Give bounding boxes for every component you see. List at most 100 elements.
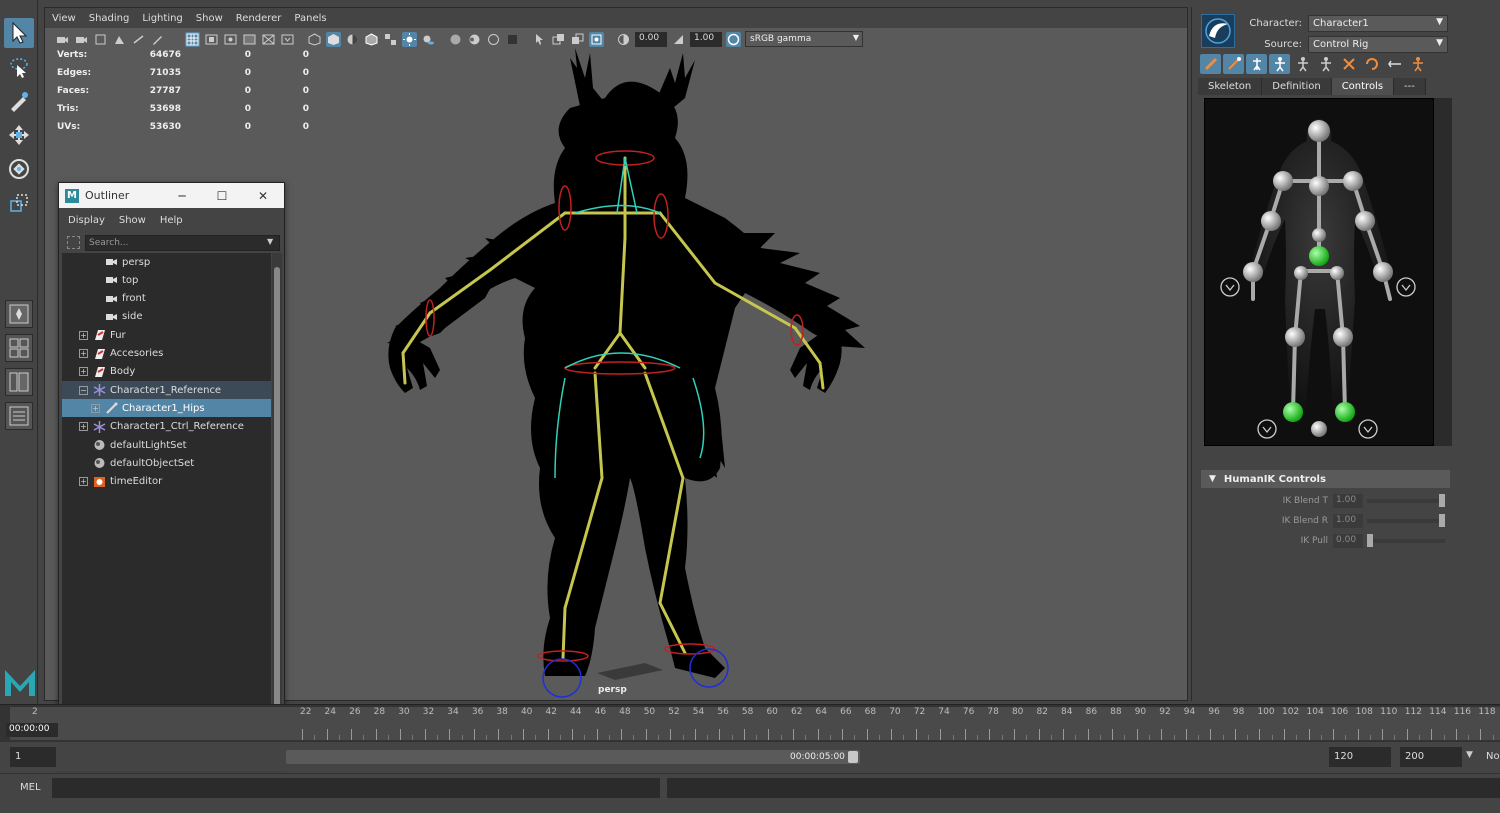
outliner-item[interactable]: + Accesories [62, 345, 271, 363]
single-perspective-layout-icon[interactable] [5, 300, 33, 328]
hik-right-knee-control[interactable] [1333, 327, 1353, 347]
hik-left-ankle-control[interactable] [1283, 402, 1303, 422]
hik-slider-track[interactable] [1367, 534, 1445, 547]
hik-spine-control[interactable] [1312, 228, 1326, 242]
outliner-item[interactable]: + Fur [62, 326, 271, 344]
outliner-menu-display[interactable]: Display [68, 215, 105, 226]
hik-slider-handle[interactable] [1367, 534, 1373, 547]
humanik-view-scrollbar[interactable] [1434, 98, 1452, 446]
scale-tool-icon[interactable] [4, 188, 34, 218]
playback-option-label[interactable]: No [1486, 751, 1500, 762]
outliner-item[interactable]: defaultObjectSet [62, 454, 271, 472]
pin-rotate-icon[interactable] [1292, 54, 1313, 74]
select-tool-icon[interactable] [4, 18, 34, 48]
persp-outliner-layout-icon[interactable] [5, 368, 33, 396]
hik-reference-control[interactable] [1311, 421, 1327, 437]
hik-slider-track[interactable] [1367, 494, 1445, 507]
hik-right-hip-control[interactable] [1330, 266, 1344, 280]
hik-slider-track[interactable] [1367, 514, 1445, 527]
hik-right-wrist-control[interactable] [1373, 262, 1393, 282]
outliner-title-bar[interactable]: M Outliner ─ ☐ ✕ [59, 183, 284, 208]
minimize-icon[interactable]: ─ [162, 183, 202, 208]
script-language-toggle[interactable]: MEL [20, 782, 41, 793]
stance-pose-icon[interactable] [1407, 54, 1428, 74]
hik-left-hip-control[interactable] [1294, 266, 1308, 280]
outliner-item[interactable]: + Character1_Hips [62, 399, 271, 418]
start-frame-field[interactable]: 1 [10, 747, 56, 767]
outliner-item[interactable]: persp [62, 253, 271, 271]
reset-pose-icon[interactable] [1361, 54, 1382, 74]
hik-slider-value[interactable]: 1.00 [1333, 514, 1363, 528]
chevron-down-icon[interactable]: ▼ [1466, 750, 1473, 760]
outliner-item[interactable]: + Body [62, 363, 271, 381]
hik-left-knee-control[interactable] [1285, 327, 1305, 347]
hik-right-elbow-control[interactable] [1355, 211, 1375, 231]
command-input[interactable] [52, 778, 660, 798]
lasso-tool-icon[interactable] [4, 52, 34, 82]
hik-right-shoulder-control[interactable] [1343, 171, 1363, 191]
chevron-down-icon[interactable]: ▼ [267, 237, 273, 246]
expand-toggle-icon[interactable]: + [79, 367, 88, 377]
outliner-layout-icon[interactable] [5, 402, 33, 430]
body-part-keying-icon[interactable] [1223, 54, 1244, 74]
mirror-icon[interactable] [1384, 54, 1405, 74]
hik-slider-handle[interactable] [1439, 514, 1445, 527]
source-select[interactable]: Control Rig ▼ [1308, 36, 1448, 53]
search-filter-icon[interactable] [67, 236, 80, 249]
outliner-item[interactable]: + Character1_Ctrl_Reference [62, 418, 271, 436]
outliner-search-input[interactable]: Search... [85, 235, 280, 251]
paint-select-tool-icon[interactable] [4, 86, 34, 116]
outliner-item[interactable]: front [62, 290, 271, 308]
max-end-frame-field[interactable]: 200 [1400, 747, 1462, 767]
close-icon[interactable]: ✕ [243, 183, 283, 208]
outliner-item[interactable]: + timeEditor [62, 473, 271, 491]
outliner-item[interactable]: − Character1_Reference [62, 381, 271, 400]
expand-toggle-icon[interactable]: + [79, 422, 88, 432]
selection-keying-icon[interactable] [1246, 54, 1267, 74]
scrollbar-thumb[interactable] [274, 267, 280, 727]
outliner-window[interactable]: M Outliner ─ ☐ ✕ Display Show Help Searc… [58, 182, 285, 766]
tab-skeleton[interactable]: Skeleton [1198, 78, 1263, 95]
hik-chest-control[interactable] [1309, 176, 1329, 196]
outliner-menu-show[interactable]: Show [119, 215, 146, 226]
humanik-controls-figure[interactable] [1204, 98, 1434, 446]
hik-left-shoulder-control[interactable] [1273, 171, 1293, 191]
hik-slider-value[interactable]: 0.00 [1333, 534, 1363, 548]
expand-toggle-icon[interactable]: + [79, 349, 88, 358]
end-frame-field[interactable]: 120 [1329, 747, 1391, 767]
hik-hips-control[interactable] [1309, 246, 1329, 266]
pin-translate-icon[interactable] [1269, 54, 1290, 74]
outliner-item[interactable]: side [62, 308, 271, 326]
hik-left-wrist-control[interactable] [1243, 262, 1263, 282]
outliner-vertical-scrollbar[interactable] [272, 253, 282, 745]
outliner-item[interactable]: top [62, 271, 271, 289]
tab-more[interactable]: --- [1394, 78, 1426, 95]
hik-head-control[interactable] [1308, 120, 1330, 142]
four-view-layout-icon[interactable] [5, 334, 33, 362]
hik-slider-handle[interactable] [1439, 494, 1445, 507]
hik-right-ankle-control[interactable] [1335, 402, 1355, 422]
time-ruler[interactable]: 2 22 24 26 28 30 32 34 36 38 40 42 44 46 48 50 52 54 56 58 6… [10, 707, 1500, 740]
outliner-item[interactable]: defaultLightSet [62, 436, 271, 454]
pin-all-icon[interactable] [1315, 54, 1336, 74]
expand-toggle-icon[interactable]: − [79, 385, 88, 395]
range-slider[interactable] [286, 750, 860, 764]
outliner-menu-help[interactable]: Help [160, 215, 183, 226]
rotate-tool-icon[interactable] [4, 154, 34, 184]
expand-toggle-icon[interactable]: + [79, 477, 88, 487]
current-time-field[interactable]: 00:00:00 [6, 723, 58, 737]
time-slider[interactable]: 2 22 24 26 28 30 32 34 36 38 40 42 44 46 48 50 52 54 56 58 6… [0, 704, 1500, 741]
range-slider-handle[interactable] [848, 751, 858, 763]
hik-left-elbow-control[interactable] [1261, 211, 1281, 231]
release-pin-icon[interactable] [1338, 54, 1359, 74]
hik-slider-value[interactable]: 1.00 [1333, 494, 1363, 508]
tab-definition[interactable]: Definition [1262, 78, 1332, 95]
full-body-keying-icon[interactable] [1200, 54, 1221, 74]
character-select[interactable]: Character1 ▼ [1308, 15, 1448, 32]
maximize-icon[interactable]: ☐ [202, 183, 242, 208]
tab-controls[interactable]: Controls [1331, 78, 1395, 95]
expand-toggle-icon[interactable]: + [79, 330, 88, 340]
expand-toggle-icon[interactable]: + [91, 403, 100, 413]
move-tool-icon[interactable] [4, 120, 34, 150]
humanik-controls-header[interactable]: ▼ HumanIK Controls [1201, 470, 1450, 488]
